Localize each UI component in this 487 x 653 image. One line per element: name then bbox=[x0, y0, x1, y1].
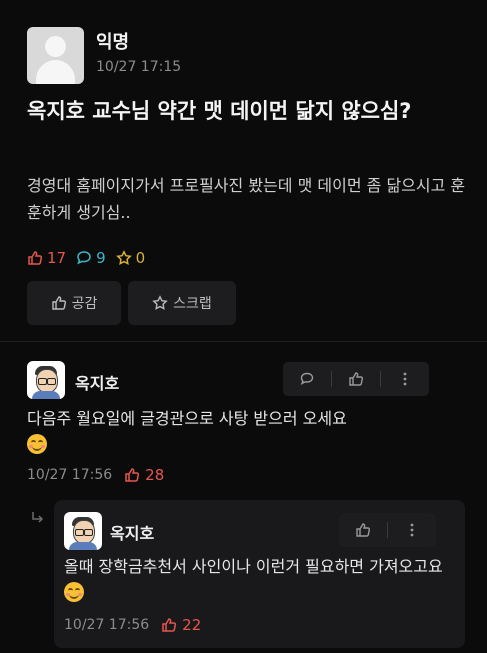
reply-more-options-button[interactable] bbox=[388, 513, 436, 547]
reply-like-value: 22 bbox=[182, 616, 202, 634]
comment-author: 옥지호 bbox=[75, 374, 120, 393]
reply-text-value: 올때 장학금추천서 사인이나 이런거 필요하면 가져오고요 bbox=[64, 557, 443, 576]
thumbs-up-icon bbox=[356, 523, 371, 537]
reply-arrow-icon bbox=[32, 512, 44, 523]
reply-avatar bbox=[64, 512, 102, 550]
comment-like-count: 28 bbox=[124, 466, 164, 484]
speech-bubble-icon bbox=[77, 251, 91, 265]
reply-button[interactable] bbox=[283, 362, 331, 396]
scrap-count-value: 0 bbox=[135, 249, 146, 267]
reply-actions bbox=[339, 513, 436, 547]
empathy-button-label: 공감 bbox=[71, 296, 98, 312]
reply: 옥지호 올때 장학금추천서 사인이나 이런거 필요하면 가져오고요 10/27 … bbox=[54, 500, 465, 648]
more-options-button[interactable] bbox=[381, 362, 429, 396]
like-count: 17 bbox=[27, 249, 66, 267]
reply-like-count: 22 bbox=[161, 616, 201, 634]
star-icon bbox=[115, 250, 132, 265]
post-stats: 17 9 0 bbox=[27, 248, 155, 268]
post-author: 익명 bbox=[96, 32, 130, 53]
comment-avatar bbox=[27, 361, 65, 399]
comment-count: 9 bbox=[76, 249, 106, 267]
scrap-button-label: 스크랩 bbox=[173, 296, 212, 312]
scrap-button[interactable]: 스크랩 bbox=[128, 281, 236, 325]
blushing-smile-face-icon bbox=[64, 582, 84, 602]
reply-meta: 10/27 17:56 22 bbox=[64, 616, 201, 634]
comment-like-value: 28 bbox=[145, 466, 165, 484]
scrap-count: 0 bbox=[115, 249, 146, 267]
empathy-button[interactable]: 공감 bbox=[27, 281, 121, 325]
comment-actions bbox=[283, 362, 429, 396]
smiling-face-icon bbox=[27, 434, 47, 454]
divider bbox=[0, 341, 487, 342]
more-vertical-icon bbox=[403, 372, 407, 386]
reply-time: 10/27 17:56 bbox=[64, 617, 150, 633]
thumbs-up-icon bbox=[162, 618, 177, 632]
reply-text: 올때 장학금추천서 사인이나 이런거 필요하면 가져오고요 bbox=[64, 554, 459, 606]
thumbs-up-icon bbox=[349, 372, 364, 386]
thumbs-up-icon bbox=[51, 296, 66, 310]
reply-like-button[interactable] bbox=[339, 513, 387, 547]
comment-like-button[interactable] bbox=[332, 362, 380, 396]
post-body: 경영대 홈페이지가서 프로필사진 봤는데 맷 데이먼 좀 닮으시고 훈훈하게 생… bbox=[27, 176, 466, 222]
post-title: 옥지호 교수님 약간 맷 데이먼 닮지 않으심? bbox=[27, 99, 412, 123]
comment-text: 다음주 월요일에 글경관으로 사탕 받으러 오세요 bbox=[27, 406, 467, 458]
comment-meta: 10/27 17:56 28 bbox=[27, 466, 164, 484]
post-time: 10/27 17:15 bbox=[96, 59, 182, 75]
comment-count-value: 9 bbox=[96, 249, 106, 267]
star-icon bbox=[152, 295, 168, 310]
comment-time: 10/27 17:56 bbox=[27, 467, 113, 483]
comment-text-value: 다음주 월요일에 글경관으로 사탕 받으러 오세요 bbox=[27, 409, 347, 428]
like-count-value: 17 bbox=[47, 249, 67, 267]
speech-bubble-icon bbox=[300, 372, 314, 385]
more-vertical-icon bbox=[410, 523, 414, 537]
thumbs-up-icon bbox=[125, 468, 140, 482]
anonymous-avatar bbox=[27, 27, 84, 84]
reply-author: 옥지호 bbox=[110, 524, 155, 543]
thumbs-up-icon bbox=[28, 251, 43, 265]
